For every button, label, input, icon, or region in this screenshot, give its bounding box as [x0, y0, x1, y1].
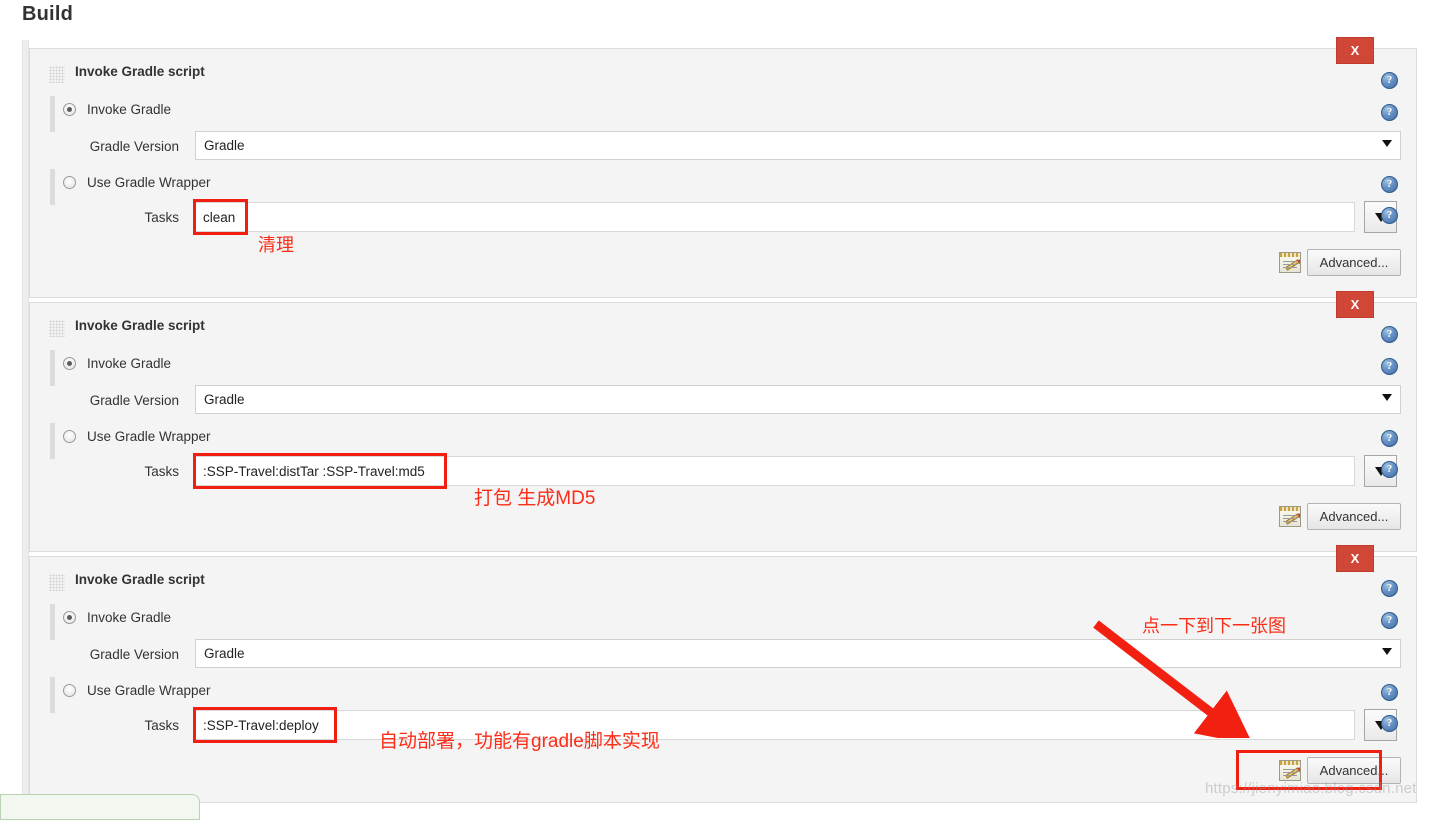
help-icon[interactable]: ?: [1381, 326, 1398, 343]
radio-group-rail: [50, 96, 55, 132]
drag-handle-icon[interactable]: [49, 574, 65, 591]
radio-icon-use-gradle-wrapper[interactable]: [63, 176, 76, 189]
help-icon[interactable]: ?: [1381, 580, 1398, 597]
tasks-input[interactable]: [195, 202, 1355, 232]
pencil-icon: [1285, 767, 1300, 779]
gradle-version-select[interactable]: Gradle: [195, 639, 1401, 668]
label-tasks: Tasks: [144, 718, 179, 733]
annotation-clean: 清理: [258, 235, 294, 255]
radio-invoke-gradle[interactable]: Invoke Gradle: [63, 356, 171, 371]
help-icon[interactable]: ?: [1381, 207, 1398, 224]
label-gradle-version: Gradle Version: [89, 139, 179, 154]
advanced-button[interactable]: Advanced...: [1307, 249, 1401, 276]
help-icon[interactable]: ?: [1381, 684, 1398, 701]
pencil-icon: [1285, 513, 1300, 525]
help-icon[interactable]: ?: [1381, 72, 1398, 89]
radio-group-rail: [50, 423, 55, 459]
help-icon[interactable]: ?: [1381, 358, 1398, 375]
gradle-version-select[interactable]: Gradle: [195, 131, 1401, 160]
help-icon[interactable]: ?: [1381, 715, 1398, 732]
radio-use-gradle-wrapper[interactable]: Use Gradle Wrapper: [63, 429, 211, 444]
page-title: Build: [22, 3, 73, 25]
builder-title: Invoke Gradle script: [75, 64, 205, 79]
radio-icon-invoke-gradle[interactable]: [63, 611, 76, 624]
remove-builder-button[interactable]: X: [1336, 291, 1374, 318]
builder-title: Invoke Gradle script: [75, 572, 205, 587]
radio-invoke-gradle[interactable]: Invoke Gradle: [63, 610, 171, 625]
radio-label-use-gradle-wrapper: Use Gradle Wrapper: [87, 683, 211, 698]
label-gradle-version: Gradle Version: [89, 647, 179, 662]
label-gradle-version: Gradle Version: [89, 393, 179, 408]
tasks-input[interactable]: [195, 456, 1355, 486]
build-form-area: Invoke Gradle script Invoke Gradle Gradl…: [0, 37, 1438, 808]
radio-label-use-gradle-wrapper: Use Gradle Wrapper: [87, 175, 211, 190]
form-left-rail: [22, 40, 29, 803]
builder-block: Invoke Gradle script Invoke Gradle Gradl…: [29, 545, 1417, 803]
radio-group-rail: [50, 350, 55, 386]
tasks-input[interactable]: [195, 710, 1355, 740]
radio-use-gradle-wrapper[interactable]: Use Gradle Wrapper: [63, 683, 211, 698]
watermark-text: https://jienyimiao.blog.csdn.net: [1205, 780, 1417, 797]
annotation-md5: 打包 生成MD5: [474, 488, 596, 509]
help-icon[interactable]: ?: [1381, 612, 1398, 629]
radio-icon-invoke-gradle[interactable]: [63, 103, 76, 116]
notepad-pencil-icon: [1279, 760, 1301, 781]
advanced-button[interactable]: Advanced...: [1307, 503, 1401, 530]
label-tasks: Tasks: [144, 210, 179, 225]
notepad-pencil-icon: [1279, 252, 1301, 273]
radio-icon-use-gradle-wrapper[interactable]: [63, 430, 76, 443]
radio-label-invoke-gradle: Invoke Gradle: [87, 356, 172, 371]
help-icon[interactable]: ?: [1381, 430, 1398, 447]
remove-builder-button[interactable]: X: [1336, 37, 1374, 64]
bottom-left-panel: [0, 794, 200, 820]
radio-icon-use-gradle-wrapper[interactable]: [63, 684, 76, 697]
builder-block: Invoke Gradle script Invoke Gradle Gradl…: [29, 37, 1417, 298]
radio-label-invoke-gradle: Invoke Gradle: [87, 102, 172, 117]
radio-use-gradle-wrapper[interactable]: Use Gradle Wrapper: [63, 175, 211, 190]
radio-label-use-gradle-wrapper: Use Gradle Wrapper: [87, 429, 211, 444]
help-icon[interactable]: ?: [1381, 176, 1398, 193]
radio-group-rail: [50, 604, 55, 640]
notepad-pencil-icon: [1279, 506, 1301, 527]
radio-group-rail: [50, 677, 55, 713]
pencil-icon: [1285, 259, 1300, 271]
drag-handle-icon[interactable]: [49, 320, 65, 337]
builder-title: Invoke Gradle script: [75, 318, 205, 333]
radio-label-invoke-gradle: Invoke Gradle: [87, 610, 172, 625]
help-icon[interactable]: ?: [1381, 461, 1398, 478]
radio-invoke-gradle[interactable]: Invoke Gradle: [63, 102, 171, 117]
label-tasks: Tasks: [144, 464, 179, 479]
builder-block: Invoke Gradle script Invoke Gradle Gradl…: [29, 291, 1417, 552]
radio-icon-invoke-gradle[interactable]: [63, 357, 76, 370]
annotation-deploy: 自动部署，功能有gradle脚本实现: [379, 731, 660, 752]
drag-handle-icon[interactable]: [49, 66, 65, 83]
annotation-next-image: 点一下到下一张图: [1142, 616, 1286, 636]
radio-group-rail: [50, 169, 55, 205]
remove-builder-button[interactable]: X: [1336, 545, 1374, 572]
gradle-version-select[interactable]: Gradle: [195, 385, 1401, 414]
help-icon[interactable]: ?: [1381, 104, 1398, 121]
